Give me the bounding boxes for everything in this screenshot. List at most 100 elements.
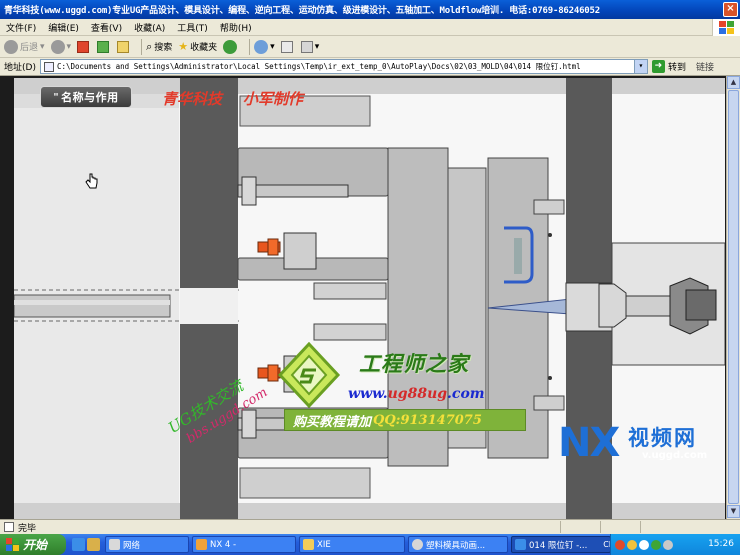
- task-nx[interactable]: NX 4 -: [192, 536, 296, 553]
- name-and-function-label: 名称与作用: [61, 91, 119, 104]
- refresh-icon: [97, 40, 110, 53]
- mold-drawing: [13, 78, 726, 519]
- ie-page-icon: [515, 539, 526, 550]
- tray-icon[interactable]: [615, 539, 625, 550]
- author-credit: 青华科技 小军制作: [162, 90, 303, 108]
- scroll-thumb[interactable]: [728, 90, 739, 504]
- mold-animation[interactable]: " 名称与作用 青华科技 小军制作 工程师之家 www.ug88ug.com 购…: [13, 78, 726, 519]
- media-icon: [223, 39, 238, 54]
- chevron-down-icon[interactable]: ▾: [633, 60, 647, 73]
- watermark-url-suffix: .com: [447, 386, 485, 402]
- back-arrow-icon: [4, 39, 18, 54]
- refresh-button[interactable]: [97, 40, 111, 53]
- folder-icon: [303, 539, 314, 550]
- go-label: 转到: [667, 63, 686, 73]
- menu-view[interactable]: 查看(V): [91, 21, 122, 34]
- page-content: " 名称与作用 青华科技 小军制作 工程师之家 www.ug88ug.com 购…: [0, 76, 740, 519]
- taskbar: 开始 网络 NX 4 - XIE 塑料模具动画... 014 限位钉 -... …: [0, 534, 740, 555]
- menu-file[interactable]: 文件(F): [6, 21, 36, 34]
- forward-arrow-icon: [50, 39, 65, 54]
- home-icon: [117, 40, 130, 53]
- status-bar: 完毕: [0, 519, 740, 534]
- stop-button[interactable]: [77, 40, 91, 53]
- task-mold-animation-label: 塑料模具动画...: [426, 540, 486, 551]
- go-button[interactable]: ➜ 转到: [651, 60, 686, 73]
- close-button[interactable]: ×: [723, 2, 738, 17]
- start-button[interactable]: 开始: [0, 534, 66, 555]
- address-url: C:\Documents and Settings\Administrator\…: [56, 62, 581, 71]
- search-icon: ⌕: [146, 39, 153, 53]
- menu-help[interactable]: 帮助(H): [220, 21, 252, 34]
- vertical-scrollbar[interactable]: ▲ ▼: [726, 76, 740, 519]
- clock[interactable]: 15:26: [708, 539, 734, 549]
- print-icon: [300, 40, 313, 53]
- watermark-url: www.ug88ug.com: [348, 386, 485, 402]
- print-button[interactable]: ▾: [300, 40, 320, 53]
- search-label: 搜索: [154, 43, 173, 53]
- watermark-title: 工程师之家: [359, 351, 469, 376]
- go-arrow-icon: ➜: [651, 60, 665, 73]
- home-button[interactable]: [117, 40, 131, 53]
- chevron-down-icon: ▾: [314, 41, 320, 52]
- task-nx-label: NX 4 -: [210, 539, 237, 550]
- scroll-up-icon[interactable]: ▲: [727, 76, 740, 89]
- quick-launch: [72, 538, 102, 551]
- back-button[interactable]: 后退 ▾: [4, 39, 45, 54]
- chevron-down-icon: ▾: [40, 41, 45, 52]
- hand-cursor-icon: [85, 173, 98, 189]
- watermark-url-mid: ug88ug: [387, 386, 448, 402]
- scroll-down-icon[interactable]: ▼: [727, 505, 740, 518]
- task-mold-animation[interactable]: 塑料模具动画...: [408, 536, 508, 553]
- toolbar-divider: [249, 38, 251, 55]
- player-icon: [412, 539, 423, 550]
- network-icon: [109, 539, 120, 550]
- tray-icon[interactable]: [639, 539, 649, 550]
- system-tray: 15:26: [610, 534, 740, 555]
- volume-icon[interactable]: [663, 539, 673, 550]
- history-icon: [254, 39, 269, 54]
- desktop-icon[interactable]: [87, 538, 100, 551]
- search-button[interactable]: ⌕ 搜索: [146, 40, 172, 54]
- watermark-url-prefix: www.: [348, 386, 388, 402]
- back-label: 后退: [20, 43, 39, 53]
- watermark-buy-banner: 购买教程请加 QQ:913147075: [284, 409, 526, 431]
- mail-icon: [280, 40, 293, 53]
- tray-icon[interactable]: [627, 539, 637, 550]
- status-divider: [640, 521, 641, 533]
- task-current-page[interactable]: 014 限位钉 -...: [511, 536, 611, 553]
- favorites-label: 收藏夹: [190, 43, 218, 53]
- menu-favorites[interactable]: 收藏(A): [134, 21, 165, 34]
- start-label: 开始: [23, 538, 48, 552]
- task-network-label: 网络: [123, 540, 141, 551]
- watermark-buy-text: 购买教程请加: [293, 414, 372, 430]
- quote-glyph: ": [53, 91, 60, 103]
- task-network[interactable]: 网络: [105, 536, 189, 553]
- toolbar: 后退 ▾ ▾ ⌕ 搜索 ★ 收藏夹 ▾ ▾: [0, 36, 740, 58]
- task-folder-label: XIE: [317, 539, 331, 550]
- window-title: 青华科技(www.uggd.com)专业UG产品设计、模具设计、编程、逆向工程、…: [4, 6, 600, 16]
- address-input[interactable]: C:\Documents and Settings\Administrator\…: [39, 59, 648, 74]
- menu-edit[interactable]: 编辑(E): [48, 21, 79, 34]
- name-and-function-button[interactable]: " 名称与作用: [40, 86, 132, 108]
- task-current-page-label: 014 限位钉 -...: [529, 540, 588, 551]
- windows-logo-icon: [712, 19, 740, 36]
- address-bar: 地址(D) C:\Documents and Settings\Administ…: [0, 58, 740, 76]
- title-bar: 青华科技(www.uggd.com)专业UG产品设计、模具设计、编程、逆向工程、…: [0, 0, 740, 19]
- windows-flag-icon: [6, 538, 19, 551]
- forward-button[interactable]: ▾: [50, 39, 71, 54]
- mail-button[interactable]: [280, 40, 295, 53]
- tray-icon[interactable]: [651, 539, 661, 550]
- history-button[interactable]: ▾: [254, 39, 275, 54]
- status-divider: [600, 521, 601, 533]
- toolbar-divider: [141, 38, 143, 55]
- chevron-down-icon: ▾: [270, 41, 275, 52]
- status-text: 完毕: [18, 523, 37, 534]
- task-folder[interactable]: XIE: [299, 536, 405, 553]
- star-icon: ★: [178, 40, 189, 53]
- links-button[interactable]: 链接: [696, 60, 714, 73]
- status-divider: [560, 521, 561, 533]
- ie-icon[interactable]: [72, 538, 85, 551]
- media-button[interactable]: [223, 39, 239, 54]
- menu-tools[interactable]: 工具(T): [177, 21, 208, 34]
- favorites-button[interactable]: ★ 收藏夹: [178, 40, 217, 53]
